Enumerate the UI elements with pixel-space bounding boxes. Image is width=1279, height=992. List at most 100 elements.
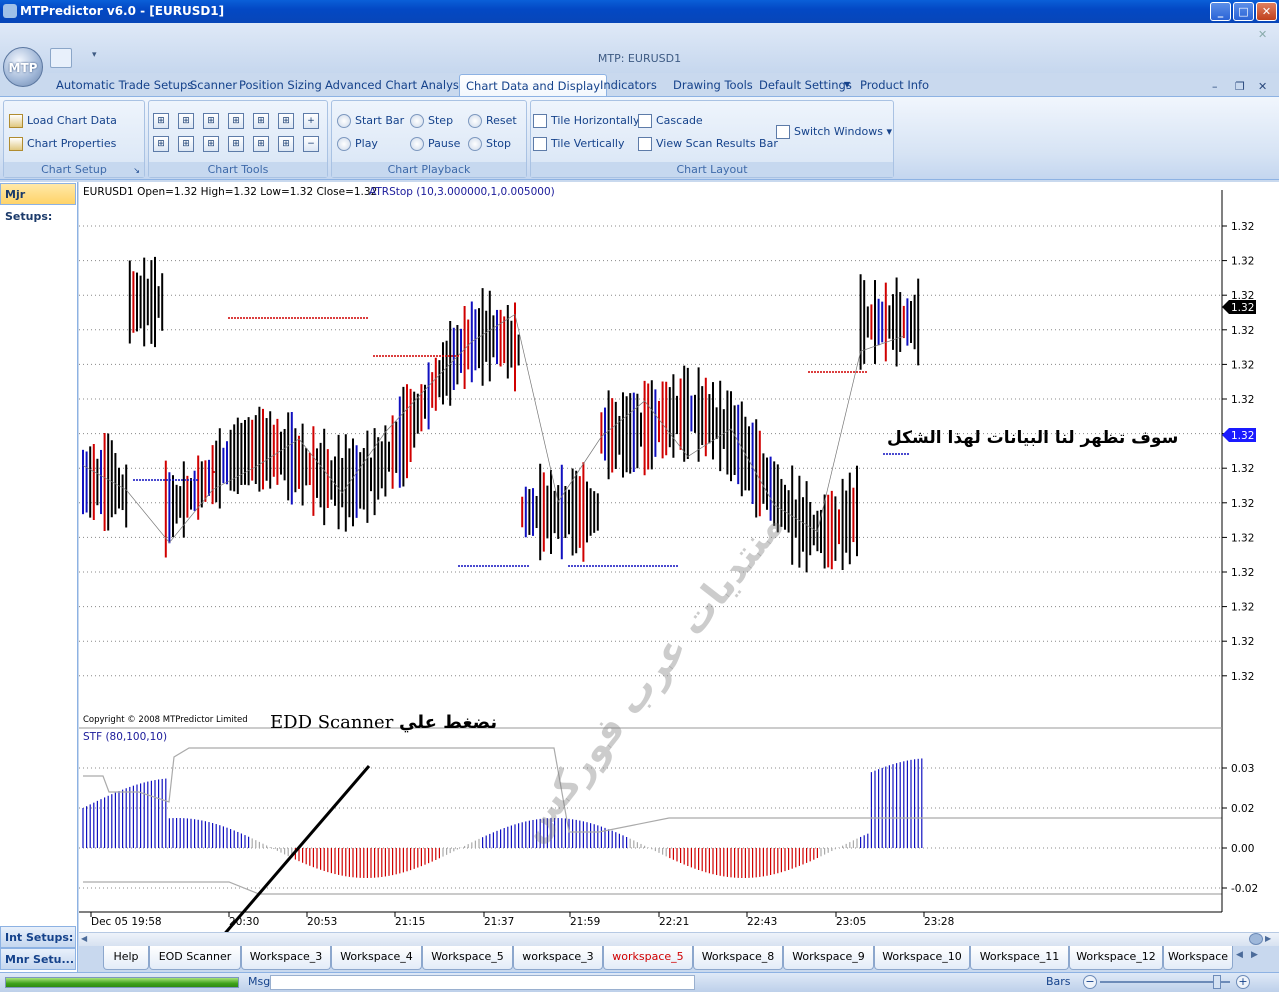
time-tick-label: 23:28 bbox=[924, 916, 954, 928]
mnr-setups-header[interactable]: Mnr Setu... bbox=[0, 948, 76, 970]
tool-icon[interactable]: ⊞ bbox=[278, 136, 294, 152]
scan-results-icon bbox=[638, 137, 652, 151]
arabic-note-data: سوف تظهر لنا البيانات لهذا الشكل bbox=[887, 428, 1179, 448]
tab-automatic-trade-setups[interactable]: Automatic Trade Setups bbox=[50, 74, 199, 96]
tool-icon[interactable]: ⊞ bbox=[203, 136, 219, 152]
tool-icon[interactable]: ⊞ bbox=[178, 113, 194, 129]
switch-windows-button[interactable]: Switch Windows ▾ bbox=[774, 123, 892, 141]
tab-indicators[interactable]: Indicators bbox=[594, 74, 663, 96]
properties-icon bbox=[9, 137, 23, 151]
current-price-blue-label: 1.32 bbox=[1231, 430, 1254, 442]
chart-window[interactable]: 1.32 1.32 1.32 1.32 1.32 1.32 1.32 1.32 1.32 1.32… bbox=[79, 182, 1279, 964]
workspace-tab[interactable]: Workspace_12 bbox=[1069, 946, 1163, 970]
zoom-out-icon[interactable]: − bbox=[303, 136, 319, 152]
workspace-tab[interactable]: Workspace_11 bbox=[970, 946, 1069, 970]
price-tick-label: 1.32 bbox=[1231, 221, 1254, 233]
bars-label: Bars bbox=[1046, 975, 1071, 988]
int-setups-header[interactable]: Int Setups: bbox=[0, 926, 76, 948]
workspace-tab[interactable]: Workspace_10 bbox=[874, 946, 970, 970]
window-title: MTPredictor v6.0 - [EURUSD1] bbox=[20, 4, 225, 18]
stop-button[interactable]: Stop bbox=[466, 135, 511, 153]
tool-icon[interactable]: ⊞ bbox=[203, 113, 219, 129]
pause-button[interactable]: Pause bbox=[408, 135, 460, 153]
tool-icon[interactable]: ⊞ bbox=[178, 136, 194, 152]
price-chart[interactable]: 1.32 1.32 1.32 1.32 1.32 1.32 1.32 1.32 1.32 1.32… bbox=[79, 182, 1279, 932]
click-note-text: نضغط علي bbox=[399, 712, 498, 733]
tool-icon[interactable]: ⊞ bbox=[153, 136, 169, 152]
tool-icon[interactable]: ⊞ bbox=[228, 113, 244, 129]
app-icon bbox=[3, 4, 17, 18]
play-button[interactable]: Play bbox=[335, 135, 378, 153]
tab-default-settings[interactable]: Default Settings bbox=[753, 74, 858, 96]
maximize-button[interactable]: □ bbox=[1233, 2, 1254, 21]
workspace-tab[interactable]: Workspace_5 bbox=[422, 946, 513, 970]
price-tick-label: 1.32 bbox=[1231, 256, 1254, 268]
workspace-tab-active[interactable]: workspace_5 bbox=[603, 946, 693, 970]
start-bar-icon bbox=[337, 114, 351, 128]
application-orb-button[interactable]: MTP bbox=[3, 47, 43, 87]
workspace-tab[interactable]: Workspace_8 bbox=[693, 946, 783, 970]
help-close-icon[interactable]: ✕ bbox=[1258, 28, 1267, 41]
zoom-out-icon[interactable]: − bbox=[1083, 975, 1097, 989]
time-tick-label: 23:05 bbox=[836, 916, 866, 928]
workspace-tab-eod-scanner[interactable]: EOD Scanner bbox=[149, 946, 241, 970]
load-chart-data-button[interactable]: Load Chart Data bbox=[7, 112, 117, 130]
workspace-tab[interactable]: Workspace_9 bbox=[783, 946, 874, 970]
cascade-button[interactable]: Cascade bbox=[636, 112, 703, 130]
tab-chart-data-and-display[interactable]: Chart Data and Display bbox=[459, 74, 608, 96]
dialog-launcher-icon[interactable]: ↘ bbox=[133, 166, 140, 175]
workspace-tab-help[interactable]: Help bbox=[103, 946, 149, 970]
time-tick-label: Dec 05 19:58 bbox=[91, 916, 162, 928]
tab-drawing-tools[interactable]: Drawing Tools bbox=[667, 74, 759, 96]
group-label: Chart Tools bbox=[149, 162, 327, 177]
scroll-right-icon[interactable]: ▶ bbox=[1265, 934, 1277, 945]
quick-access-toolbar bbox=[0, 23, 1279, 73]
tab-position-sizing[interactable]: Position Sizing bbox=[233, 74, 328, 96]
zoom-slider-thumb[interactable] bbox=[1213, 975, 1221, 989]
app-title: MTP: EURUSD1 bbox=[597, 52, 682, 65]
price-tick-label: 1.32 bbox=[1231, 602, 1254, 614]
workspace-tab[interactable]: workspace_3 bbox=[513, 946, 603, 970]
title-bar: MTPredictor v6.0 - [EURUSD1] _ □ ✕ bbox=[0, 0, 1279, 23]
setups-panel: Mjr Setups: Int Setups: Mnr Setu... bbox=[0, 182, 78, 972]
step-button[interactable]: Step bbox=[408, 112, 453, 130]
tab-product-info[interactable]: Product Info bbox=[854, 74, 935, 96]
folder-icon bbox=[9, 114, 23, 128]
scroll-thumb[interactable] bbox=[1249, 933, 1263, 945]
mjr-setups-header[interactable]: Mjr Setups: bbox=[0, 183, 76, 223]
group-label: Chart Setup bbox=[4, 162, 144, 177]
scroll-left-icon[interactable]: ◀ bbox=[81, 934, 93, 945]
tile-horizontally-button[interactable]: Tile Horizontally bbox=[531, 112, 640, 130]
tool-icon[interactable]: ⊞ bbox=[228, 136, 244, 152]
tile-vertically-button[interactable]: Tile Vertically bbox=[531, 135, 625, 153]
workspace-tab[interactable]: Workspace bbox=[1163, 946, 1233, 970]
start-bar-button[interactable]: Start Bar bbox=[335, 112, 404, 130]
reset-button[interactable]: Reset bbox=[466, 112, 517, 130]
horizontal-scrollbar[interactable]: ◀ ▶ bbox=[79, 932, 1279, 946]
tile-horizontal-icon bbox=[533, 114, 547, 128]
zoom-slider-track[interactable] bbox=[1100, 981, 1230, 983]
default-settings-dropdown-icon[interactable]: ▼ bbox=[844, 80, 850, 89]
tabs-scroll-right-icon[interactable]: ▶ bbox=[1251, 950, 1258, 960]
chart-properties-button[interactable]: Chart Properties bbox=[7, 135, 116, 153]
close-button[interactable]: ✕ bbox=[1256, 2, 1277, 21]
group-chart-playback: Start Bar Step Reset Play Pause Stop Cha… bbox=[331, 100, 527, 178]
workspace-tab[interactable]: Workspace_4 bbox=[331, 946, 422, 970]
tab-advanced-chart-analysis[interactable]: Advanced Chart Analysis bbox=[319, 74, 474, 96]
tool-icon[interactable]: ⊞ bbox=[278, 113, 294, 129]
time-tick-label: 21:59 bbox=[570, 916, 600, 928]
group-chart-tools: ⊞ ⊞ ⊞ ⊞ ⊞ ⊞ + ⊞ ⊞ ⊞ ⊞ ⊞ ⊞ − Chart Tools bbox=[148, 100, 328, 178]
minimize-button[interactable]: _ bbox=[1210, 2, 1231, 21]
tool-icon[interactable]: ⊞ bbox=[253, 136, 269, 152]
zoom-in-icon[interactable]: + bbox=[1236, 975, 1250, 989]
price-tick-label: 1.32 bbox=[1231, 359, 1254, 371]
zoom-in-icon[interactable]: + bbox=[303, 113, 319, 129]
osc-tick-label: -0.02 bbox=[1231, 883, 1258, 895]
view-scan-results-bar-button[interactable]: View Scan Results Bar bbox=[636, 135, 778, 153]
tabs-scroll-left-icon[interactable]: ◀ bbox=[1236, 950, 1243, 960]
workspace-tab[interactable]: Workspace_3 bbox=[241, 946, 331, 970]
tool-icon[interactable]: ⊞ bbox=[153, 113, 169, 129]
tool-icon[interactable]: ⊞ bbox=[253, 113, 269, 129]
workspace-tabs: Help EOD Scanner Workspace_3 Workspace_4… bbox=[79, 946, 1279, 970]
group-chart-layout: Tile Horizontally Cascade Tile Verticall… bbox=[530, 100, 894, 178]
